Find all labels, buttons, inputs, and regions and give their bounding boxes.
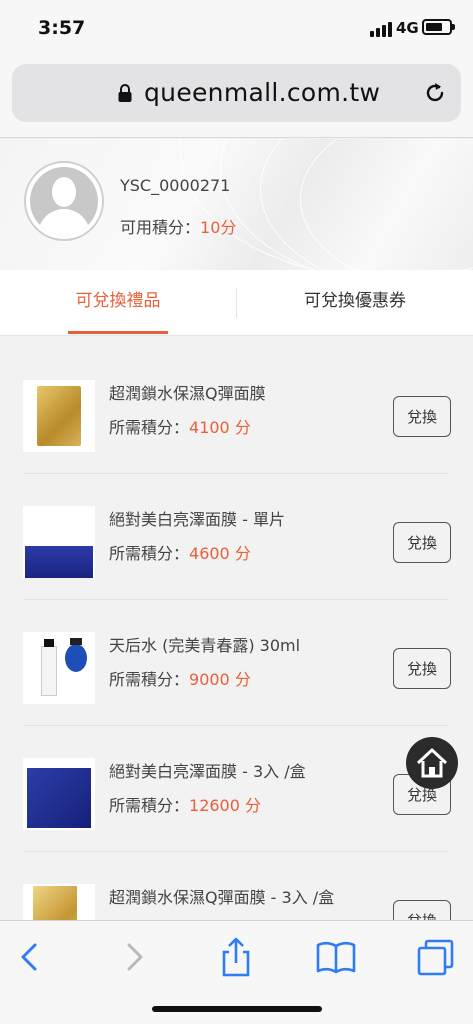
status-time: 3:57 xyxy=(38,17,86,39)
product-image xyxy=(23,758,95,830)
tab-bar: 可兌換禮品 可兌換優惠券 xyxy=(0,270,473,336)
address-bar[interactable]: queenmall.com.tw xyxy=(12,64,461,122)
redeem-button[interactable]: 兌換 xyxy=(393,648,451,689)
product-cost: 所需積分：9000 分 xyxy=(109,666,251,690)
cost-value: 12600 分 xyxy=(189,796,262,815)
bookmarks-icon[interactable] xyxy=(314,935,358,979)
product-cost: 所需積分：12600 分 xyxy=(109,792,261,816)
home-indicator xyxy=(152,1006,322,1012)
url-text: queenmall.com.tw xyxy=(144,78,381,107)
list-item: 天后水 (完美青春露) 30ml 所需積分：9000 分 兌換 xyxy=(0,600,473,726)
product-name: 絕對美白亮澤面膜 - 3入 /盒 xyxy=(109,762,306,781)
product-name: 天后水 (完美青春露) 30ml xyxy=(109,636,301,655)
product-cost: 所需積分：4100 分 xyxy=(109,414,251,438)
profile-header xyxy=(0,139,473,270)
cost-value: 9000 分 xyxy=(189,670,251,689)
product-cost: 所需積分：4600 分 xyxy=(109,540,251,564)
forward-icon[interactable] xyxy=(112,935,156,979)
tab-redeemable-coupons[interactable]: 可兌換優惠券 xyxy=(270,270,440,336)
product-name: 絕對美白亮澤面膜 - 單片 xyxy=(109,510,285,529)
list-item: 絕對美白亮澤面膜 - 單片 所需積分：4600 分 兌換 xyxy=(0,474,473,600)
avatar xyxy=(24,161,104,241)
status-bar: 3:57 4G xyxy=(0,0,473,56)
share-icon[interactable] xyxy=(214,935,258,979)
cost-value: 4600 分 xyxy=(189,544,251,563)
active-tab-indicator xyxy=(68,331,168,334)
tabs-icon[interactable] xyxy=(414,935,458,979)
product-image xyxy=(23,632,95,704)
network-type: 4G xyxy=(396,19,419,37)
reload-icon[interactable] xyxy=(422,80,448,106)
product-name: 超潤鎖水保濕Q彈面膜 - 3入 /盒 xyxy=(109,888,335,907)
signal-bars-icon xyxy=(370,22,392,37)
battery-icon xyxy=(422,19,455,35)
tab-divider xyxy=(236,288,237,318)
product-name: 超潤鎖水保濕Q彈面膜 xyxy=(109,384,266,403)
product-image xyxy=(23,380,95,452)
username: YSC_0000271 xyxy=(120,176,231,195)
cost-label: 所需積分： xyxy=(109,670,190,689)
tab-label: 可兌換禮品 xyxy=(75,291,161,311)
browser-address-area: queenmall.com.tw xyxy=(0,56,473,138)
home-button[interactable] xyxy=(406,737,458,789)
points-label: 可用積分： xyxy=(120,218,201,237)
product-image xyxy=(23,506,95,578)
list-item: 超潤鎖水保濕Q彈面膜 所需積分：4100 分 兌換 xyxy=(0,348,473,474)
back-icon[interactable] xyxy=(8,935,52,979)
cost-label: 所需積分： xyxy=(109,418,190,437)
home-icon xyxy=(416,748,448,778)
redeem-button[interactable]: 兌換 xyxy=(393,396,451,437)
points-value: 10分 xyxy=(200,218,237,237)
available-points: 可用積分：10分 xyxy=(120,214,236,238)
list-item: 絕對美白亮澤面膜 - 3入 /盒 所需積分：12600 分 兌換 xyxy=(0,726,473,852)
tab-label: 可兌換優惠券 xyxy=(304,291,406,311)
cost-value: 4100 分 xyxy=(189,418,251,437)
redeem-button[interactable]: 兌換 xyxy=(393,522,451,563)
tab-redeemable-gifts[interactable]: 可兌換禮品 xyxy=(40,270,196,336)
cost-label: 所需積分： xyxy=(109,796,190,815)
lock-icon xyxy=(118,84,132,102)
cost-label: 所需積分： xyxy=(109,544,190,563)
